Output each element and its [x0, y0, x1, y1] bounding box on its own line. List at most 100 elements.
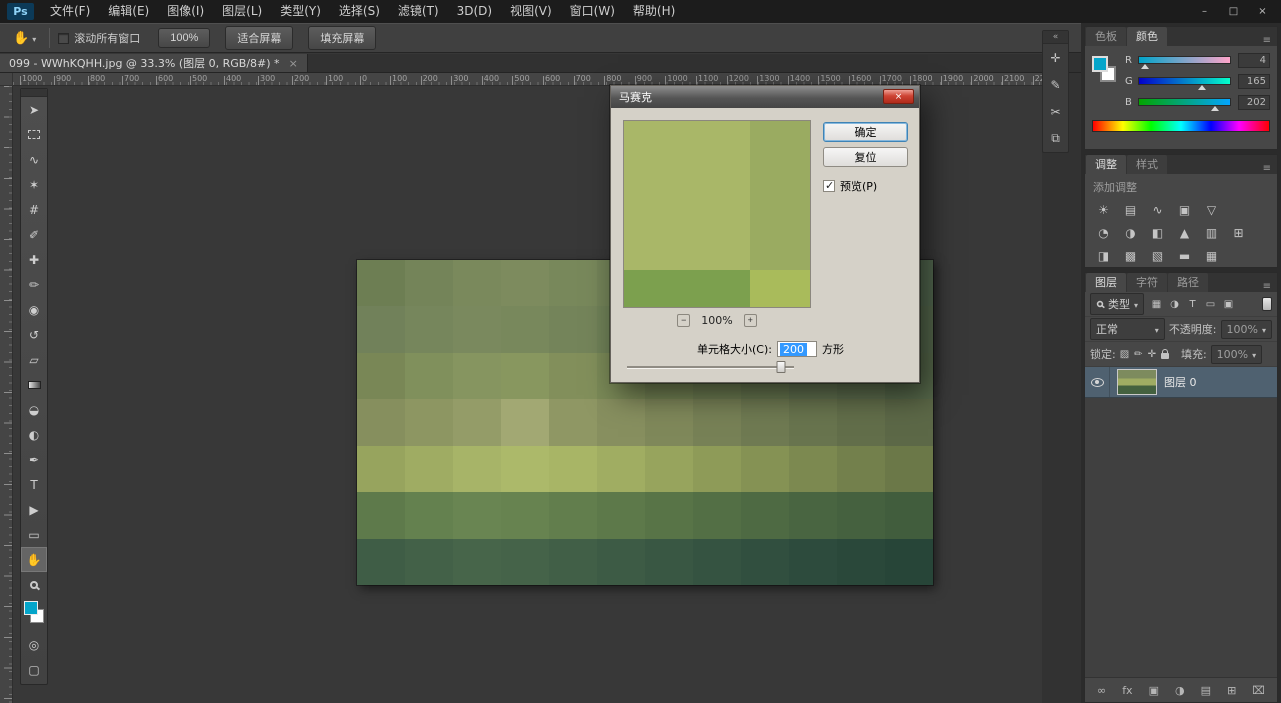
adj-black-white-icon[interactable]: ◧	[1144, 222, 1171, 243]
tab-layers[interactable]: 图层	[1086, 273, 1126, 292]
magic-wand-tool[interactable]: ✶	[21, 172, 47, 197]
eraser-tool[interactable]: ▱	[21, 347, 47, 372]
channel-slider-thumb[interactable]	[1211, 106, 1219, 111]
tool-panel-header[interactable]	[21, 89, 47, 97]
filter-smart-objects-icon[interactable]: ▣	[1220, 296, 1237, 313]
menu-item-6[interactable]: 选择(S)	[330, 0, 389, 23]
maximize-button[interactable]: □	[1219, 6, 1248, 17]
channel-slider[interactable]	[1138, 56, 1231, 64]
new-layer-icon[interactable]: ⊞	[1227, 684, 1236, 697]
adj-hue-saturation-icon[interactable]: ◔	[1090, 222, 1117, 243]
history-brush-tool[interactable]: ↺	[21, 322, 47, 347]
clone-stamp-tool[interactable]: ◉	[21, 297, 47, 322]
blend-mode-dropdown[interactable]: 正常	[1090, 318, 1165, 340]
zoom-tool[interactable]	[21, 572, 47, 597]
filter-pixel-layers-icon[interactable]: ▦	[1148, 296, 1165, 313]
scroll-all-windows-checkbox[interactable]: 滚动所有窗口	[58, 30, 140, 46]
lasso-tool[interactable]: ∿	[21, 147, 47, 172]
ruler-corner[interactable]	[0, 73, 13, 86]
foreground-color-swatch[interactable]	[24, 601, 38, 615]
screen-mode-icon[interactable]: ▢	[21, 657, 47, 682]
add-mask-icon[interactable]: ▣	[1149, 684, 1159, 697]
zoom-in-button[interactable]: +	[744, 314, 757, 327]
channel-slider-thumb[interactable]	[1141, 64, 1149, 69]
menu-item-1[interactable]: 文件(F)	[41, 0, 99, 23]
minimize-button[interactable]: –	[1190, 6, 1219, 17]
adj-vibrance-icon[interactable]: ▽	[1198, 199, 1225, 220]
layer-filter-type-dropdown[interactable]: 类型	[1090, 293, 1144, 315]
zoom-out-button[interactable]: −	[677, 314, 690, 327]
rectangular-marquee-tool[interactable]	[21, 122, 47, 147]
preview-checkbox[interactable]: 预览(P)	[823, 178, 877, 194]
menu-item-10[interactable]: 窗口(W)	[561, 0, 624, 23]
filter-type-layers-icon[interactable]: T	[1184, 296, 1201, 313]
dodge-tool[interactable]: ◐	[21, 422, 47, 447]
vertical-ruler[interactable]	[0, 86, 13, 703]
adj-curves-icon[interactable]: ∿	[1144, 199, 1171, 220]
tab-adjustments[interactable]: 调整	[1086, 155, 1126, 174]
channel-value[interactable]: 4	[1238, 53, 1270, 68]
cell-size-slider[interactable]	[627, 360, 794, 374]
lock-move-icon[interactable]: ✛	[1148, 349, 1156, 360]
delete-layer-icon[interactable]: ⌧	[1252, 684, 1265, 697]
adj-levels-icon[interactable]: ▤	[1117, 199, 1144, 220]
menu-item-9[interactable]: 视图(V)	[501, 0, 561, 23]
menu-item-8[interactable]: 3D(D)	[448, 0, 501, 23]
dialog-title-bar[interactable]: 马赛克 ×	[611, 86, 919, 108]
menu-item-2[interactable]: 编辑(E)	[99, 0, 158, 23]
adj-color-lookup-icon[interactable]: ⊞	[1225, 222, 1252, 243]
reset-button[interactable]: 复位	[823, 147, 908, 167]
ok-button[interactable]: 确定	[823, 122, 908, 142]
adj-channel-mixer-icon[interactable]: ▥	[1198, 222, 1225, 243]
docked-panel-3-icon[interactable]: ✂	[1043, 98, 1068, 125]
tab-color[interactable]: 颜色	[1127, 27, 1167, 46]
docked-panel-2-icon[interactable]: ✎	[1043, 71, 1068, 98]
channel-slider[interactable]	[1138, 77, 1231, 85]
tab-character[interactable]: 字符	[1127, 273, 1167, 292]
menu-item-3[interactable]: 图像(I)	[158, 0, 213, 23]
eyedropper-tool[interactable]: ✐	[21, 222, 47, 247]
rectangle-tool[interactable]: ▭	[21, 522, 47, 547]
crop-tool[interactable]: #	[21, 197, 47, 222]
fill-screen-button[interactable]: 填充屏幕	[308, 26, 376, 50]
expand-panels-icon[interactable]: «	[1043, 31, 1068, 44]
close-button[interactable]: ×	[1248, 6, 1277, 17]
link-layers-icon[interactable]: ∞	[1097, 684, 1106, 697]
tab-paths[interactable]: 路径	[1168, 273, 1208, 292]
adj-brightness-contrast-icon[interactable]: ☀	[1090, 199, 1117, 220]
channel-slider[interactable]	[1138, 98, 1231, 106]
tab-swatches[interactable]: 色板	[1086, 27, 1126, 46]
panel-menu-icon[interactable]	[1257, 163, 1277, 174]
zoom-100-button[interactable]: 100%	[158, 28, 210, 48]
move-tool[interactable]: ➤	[21, 97, 47, 122]
adj-photo-filter-icon[interactable]: ▲	[1171, 222, 1198, 243]
filter-preview[interactable]	[623, 120, 811, 308]
type-tool[interactable]: T	[21, 472, 47, 497]
quick-mask-icon[interactable]: ◎	[21, 632, 47, 657]
foreground-color-swatch[interactable]	[1092, 56, 1108, 72]
menu-item-11[interactable]: 帮助(H)	[624, 0, 684, 23]
path-selection-tool[interactable]: ▶	[21, 497, 47, 522]
adj-exposure-icon[interactable]: ▣	[1171, 199, 1198, 220]
filter-toggle-icon[interactable]	[1262, 297, 1272, 311]
channel-slider-thumb[interactable]	[1198, 85, 1206, 90]
lock-paint-icon[interactable]: ✏	[1134, 349, 1142, 360]
fit-screen-button[interactable]: 适合屏幕	[225, 26, 293, 50]
docked-panel-4-icon[interactable]: ⧉	[1043, 125, 1068, 152]
brush-tool[interactable]: ✏	[21, 272, 47, 297]
lock-all-icon[interactable]	[1161, 349, 1169, 359]
dialog-close-button[interactable]: ×	[883, 89, 914, 104]
lock-transparent-icon[interactable]: ▨	[1120, 349, 1129, 360]
hand-tool[interactable]: ✋	[21, 547, 47, 572]
panel-menu-icon[interactable]	[1257, 281, 1277, 292]
adj-invert-icon[interactable]: ◨	[1090, 245, 1117, 266]
visibility-toggle[interactable]	[1085, 367, 1110, 397]
docked-panel-1-icon[interactable]: ✛	[1043, 44, 1068, 71]
tab-close-icon[interactable]: ×	[289, 57, 298, 70]
fill-dropdown[interactable]: 100%	[1211, 345, 1262, 364]
pen-tool[interactable]: ✒	[21, 447, 47, 472]
filter-adjustment-layers-icon[interactable]: ◑	[1166, 296, 1183, 313]
menu-item-4[interactable]: 图层(L)	[213, 0, 271, 23]
adj-posterize-icon[interactable]: ▩	[1117, 245, 1144, 266]
color-spectrum-bar[interactable]	[1092, 120, 1270, 132]
